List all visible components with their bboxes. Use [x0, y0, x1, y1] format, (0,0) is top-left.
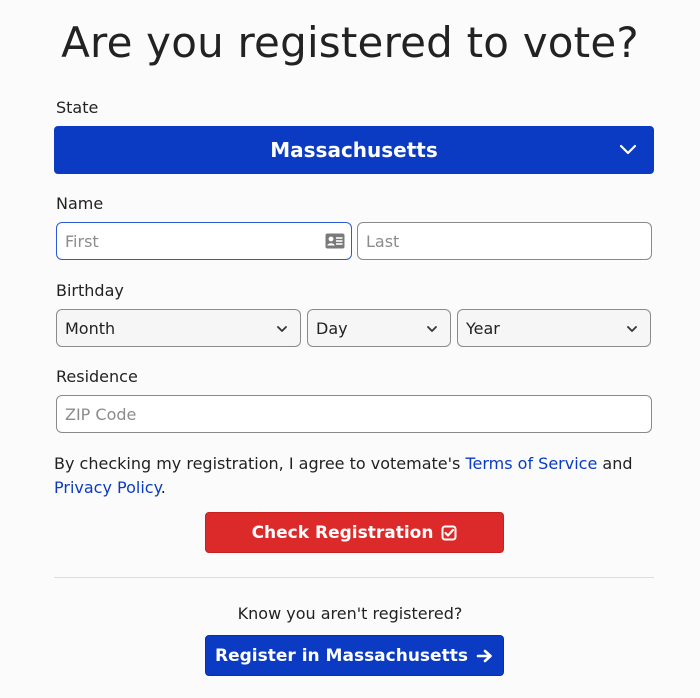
privacy-policy-link[interactable]: Privacy Policy	[54, 478, 161, 497]
check-registration-label: Check Registration	[251, 522, 434, 543]
birth-month-value: Month	[65, 318, 116, 338]
state-selected-value: Massachusetts	[270, 138, 438, 162]
section-divider	[54, 577, 654, 578]
birth-year-select[interactable]: Year	[457, 309, 651, 347]
birthday-label: Birthday	[56, 281, 124, 300]
chevron-down-icon	[277, 326, 287, 332]
agreement-prefix: By checking my registration, I agree to …	[54, 454, 466, 473]
chevron-down-icon	[627, 326, 637, 332]
arrow-right-icon	[476, 649, 492, 662]
name-label: Name	[56, 194, 104, 213]
contact-card-icon[interactable]	[325, 233, 345, 249]
state-label: State	[56, 98, 99, 117]
check-square-icon	[441, 525, 457, 540]
page-title: Are you registered to vote?	[61, 18, 639, 67]
agreement-text: By checking my registration, I agree to …	[54, 452, 654, 500]
not-registered-prompt: Know you aren't registered?	[237, 604, 463, 623]
birth-day-value: Day	[316, 318, 348, 338]
register-button[interactable]: Register in Massachusetts	[205, 635, 504, 676]
birth-day-select[interactable]: Day	[307, 309, 451, 347]
register-label: Register in Massachusetts	[215, 645, 468, 666]
zip-code-input[interactable]	[56, 395, 652, 433]
check-registration-button[interactable]: Check Registration	[205, 512, 504, 553]
last-name-input[interactable]	[357, 222, 652, 260]
terms-of-service-link[interactable]: Terms of Service	[465, 454, 597, 473]
residence-label: Residence	[56, 367, 138, 386]
agreement-middle: and	[597, 454, 633, 473]
chevron-down-icon	[619, 144, 637, 155]
birth-year-value: Year	[466, 318, 500, 338]
chevron-down-icon	[427, 326, 437, 332]
birth-month-select[interactable]: Month	[56, 309, 301, 347]
agreement-suffix: .	[160, 478, 166, 497]
state-select[interactable]: Massachusetts	[54, 126, 654, 174]
first-name-input[interactable]	[56, 222, 352, 260]
